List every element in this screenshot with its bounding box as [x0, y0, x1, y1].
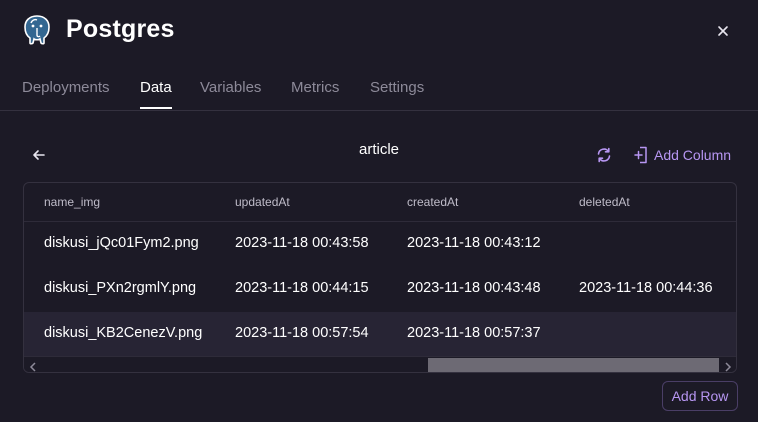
active-tab-indicator — [140, 107, 172, 109]
data-table: name_img updatedAt createdAt deletedAt d… — [23, 182, 737, 373]
scroll-left-icon[interactable] — [27, 360, 39, 372]
refresh-button[interactable] — [595, 146, 613, 164]
column-header-deleted-at[interactable]: deletedAt — [579, 195, 630, 209]
column-header-updated-at[interactable]: updatedAt — [235, 195, 290, 209]
tab-deployments[interactable]: Deployments — [22, 79, 110, 96]
cell-updated-at[interactable]: 2023-11-18 00:44:15 — [235, 280, 369, 296]
tab-metrics[interactable]: Metrics — [291, 79, 339, 96]
close-icon — [718, 26, 728, 36]
add-column-icon — [634, 146, 647, 164]
add-column-button[interactable]: Add Column — [634, 145, 731, 165]
cell-name-img[interactable]: diskusi_jQc01Fym2.png — [44, 235, 199, 251]
column-header-name-img[interactable]: name_img — [44, 195, 100, 209]
table-row[interactable]: diskusi_PXn2rgmlY.png 2023-11-18 00:44:1… — [24, 267, 736, 311]
scroll-right-icon[interactable] — [722, 360, 734, 372]
page-title: Postgres — [66, 15, 175, 43]
add-column-label: Add Column — [654, 147, 732, 163]
cell-created-at[interactable]: 2023-11-18 00:57:37 — [407, 325, 541, 341]
column-header-created-at[interactable]: createdAt — [407, 195, 458, 209]
postgres-elephant-icon — [22, 14, 52, 46]
cell-created-at[interactable]: 2023-11-18 00:43:48 — [407, 280, 541, 296]
add-row-button[interactable]: Add Row — [662, 381, 738, 411]
tab-variables[interactable]: Variables — [200, 79, 261, 96]
table-header-row: name_img updatedAt createdAt deletedAt — [24, 183, 736, 222]
tab-data[interactable]: Data — [140, 79, 172, 96]
cell-name-img[interactable]: diskusi_KB2CenezV.png — [44, 325, 202, 341]
tab-settings[interactable]: Settings — [370, 79, 424, 96]
cell-name-img[interactable]: diskusi_PXn2rgmlY.png — [44, 280, 196, 296]
horizontal-scrollbar[interactable] — [24, 356, 736, 372]
table-row[interactable]: diskusi_jQc01Fym2.png 2023-11-18 00:43:5… — [24, 222, 736, 266]
cell-updated-at[interactable]: 2023-11-18 00:57:54 — [235, 325, 369, 341]
refresh-icon — [597, 147, 611, 163]
scrollbar-thumb[interactable] — [428, 358, 719, 372]
cell-updated-at[interactable]: 2023-11-18 00:43:58 — [235, 235, 369, 251]
table-toolbar: article Add Column — [0, 138, 758, 170]
cell-created-at[interactable]: 2023-11-18 00:43:12 — [407, 235, 541, 251]
tab-bar: Deployments Data Variables Metrics Setti… — [0, 62, 758, 111]
cell-deleted-at[interactable]: 2023-11-18 00:44:36 — [579, 280, 713, 296]
header: Postgres — [0, 0, 758, 62]
table-row[interactable]: diskusi_KB2CenezV.png 2023-11-18 00:57:5… — [24, 312, 736, 356]
close-button[interactable] — [712, 20, 734, 42]
